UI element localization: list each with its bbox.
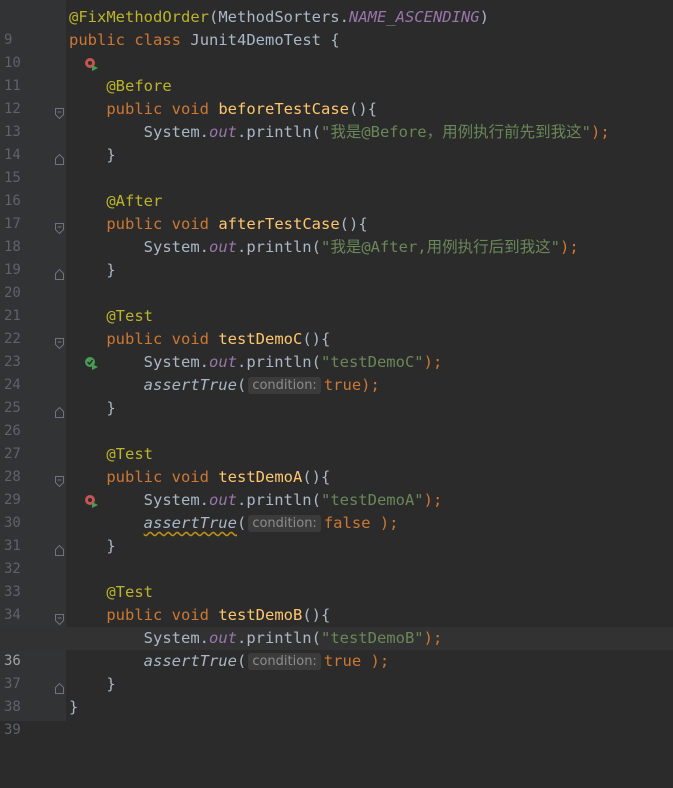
method-name: testDemoC: [218, 330, 303, 348]
code-line[interactable]: 22 @Test: [0, 305, 673, 347]
run-passed-icon[interactable]: [28, 332, 98, 370]
run-failed-icon[interactable]: [28, 470, 98, 508]
parameter-hint: condition:: [248, 653, 321, 670]
code-line[interactable]: 15 }: [0, 144, 673, 186]
code-line[interactable]: 35 public void testDemoB(){: [0, 604, 673, 646]
fold-icon[interactable]: [55, 540, 64, 556]
code-line[interactable]: 9 @FixMethodOrder(MethodSorters.NAME_ASC…: [0, 6, 673, 48]
code-line[interactable]: 14 System.out.println("我是@Before，用例执行前先到…: [0, 121, 673, 163]
line-number: 39: [4, 722, 21, 738]
code-line[interactable]: 33: [0, 558, 673, 600]
fold-icon[interactable]: [55, 333, 64, 350]
string-literal: "我是@Before，用例执行前先到我这": [320, 123, 591, 141]
code-line[interactable]: 23 public void testDemoC(){: [0, 328, 673, 370]
fold-icon[interactable]: [55, 402, 64, 418]
constant: NAME_ASCENDING: [348, 8, 480, 26]
code-line[interactable]: 17 @After: [0, 190, 673, 232]
method-name: testDemoA: [218, 468, 303, 486]
code-line[interactable]: 25 assertTrue(condition: true);: [0, 374, 673, 416]
code-line[interactable]: 27: [0, 420, 673, 462]
code-editor[interactable]: 9 @FixMethodOrder(MethodSorters.NAME_ASC…: [0, 0, 673, 738]
parameter-hint: condition:: [248, 515, 321, 532]
code-line[interactable]: 39 }: [0, 696, 673, 738]
current-code-line[interactable]: 36 System.out.println("testDemoB");: [0, 627, 673, 669]
annotation: @FixMethodOrder: [69, 8, 209, 26]
assert-call: assertTrue: [143, 376, 237, 394]
fold-icon[interactable]: [55, 264, 64, 280]
method-name: afterTestCase: [218, 215, 340, 233]
code-line[interactable]: 20 }: [0, 259, 673, 301]
code-line[interactable]: 12 @Before: [0, 75, 673, 117]
code-line[interactable]: 13 public void beforeTestCase(){: [0, 98, 673, 140]
run-passed-icon[interactable]: [28, 608, 98, 646]
code-line[interactable]: 19 System.out.println("我是@After,用例执行后到我这…: [0, 236, 673, 278]
fold-icon[interactable]: [55, 471, 64, 488]
fold-icon[interactable]: [55, 149, 64, 165]
code-line[interactable]: 37 assertTrue(condition: true );: [0, 650, 673, 692]
code-line[interactable]: 16: [0, 167, 673, 209]
parameter-hint: condition:: [248, 377, 321, 394]
code-line[interactable]: 34 @Test: [0, 581, 673, 623]
fold-icon[interactable]: [55, 218, 64, 235]
code-line[interactable]: 26 }: [0, 397, 673, 439]
assert-call: assertTrue: [143, 652, 237, 670]
code-line[interactable]: 10 public class Junit4DemoTest {: [0, 29, 673, 71]
class-name: Junit4DemoTest {: [190, 31, 340, 49]
assert-call-warning[interactable]: assertTrue: [144, 514, 237, 532]
code-line[interactable]: 18 public void afterTestCase(){: [0, 213, 673, 255]
fold-icon[interactable]: [55, 678, 64, 694]
code-line[interactable]: 29 public void testDemoA(){: [0, 466, 673, 508]
code-line[interactable]: 28 @Test: [0, 443, 673, 485]
code-line[interactable]: 24 System.out.println("testDemoC");: [0, 351, 673, 393]
string-literal: "我是@After,用例执行后到我这": [320, 238, 560, 256]
method-name: testDemoB: [218, 606, 303, 624]
method-name: beforeTestCase: [218, 100, 349, 118]
code-line[interactable]: 21: [0, 282, 673, 324]
run-failed-icon[interactable]: [28, 33, 98, 71]
code-line[interactable]: 38 }: [0, 673, 673, 715]
code-line[interactable]: 30 System.out.println("testDemoA");: [0, 489, 673, 531]
code-line[interactable]: 31 assertTrue(condition: false );: [0, 512, 673, 554]
code-line[interactable]: 32 }: [0, 535, 673, 577]
fold-icon[interactable]: [55, 103, 64, 120]
fold-icon[interactable]: [55, 609, 64, 626]
code-line[interactable]: 11: [0, 52, 673, 94]
